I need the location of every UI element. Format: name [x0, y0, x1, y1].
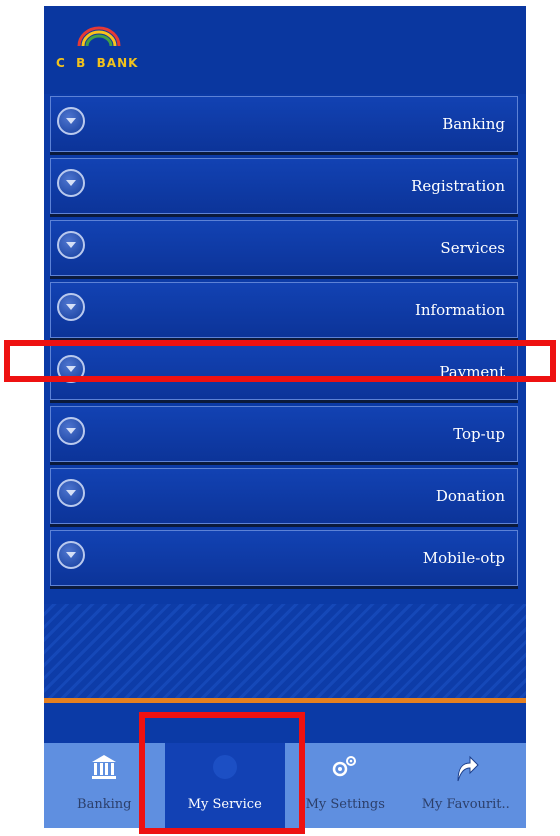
- my-service-highlight-box: [139, 712, 305, 834]
- bank-icon: [92, 755, 117, 779]
- expand-icon: [57, 417, 85, 445]
- menu-item-label: Information: [414, 301, 505, 319]
- menu-item-label: Banking: [442, 115, 505, 133]
- menu-item-information[interactable]: Information: [50, 282, 518, 338]
- expand-icon: [57, 107, 85, 135]
- share-arrow-icon: [457, 755, 479, 782]
- payment-highlight-box: [4, 340, 556, 382]
- rainbow-icon: [77, 26, 121, 47]
- cb-bank-logo: C B BANK: [52, 26, 162, 76]
- menu-item-label: Donation: [435, 487, 505, 505]
- expand-icon: [57, 231, 85, 259]
- background-pattern: [44, 604, 526, 698]
- expand-icon: [57, 169, 85, 197]
- menu-item-label: Services: [440, 239, 505, 257]
- app-header: C B BANK: [44, 6, 526, 94]
- menu-item-label: Mobile-otp: [422, 549, 505, 567]
- menu-item-banking[interactable]: Banking: [50, 96, 518, 152]
- tab-label: My Favourit..: [421, 797, 510, 812]
- menu-item-top-up[interactable]: Top-up: [50, 406, 518, 462]
- gears-icon: [333, 756, 357, 777]
- menu-item-registration[interactable]: Registration: [50, 158, 518, 214]
- menu-item-services[interactable]: Services: [50, 220, 518, 276]
- tab-my-favourites[interactable]: My Favourit..: [406, 743, 527, 828]
- menu-item-donation[interactable]: Donation: [50, 468, 518, 524]
- expand-icon: [57, 541, 85, 569]
- expand-icon: [57, 479, 85, 507]
- expand-icon: [57, 293, 85, 321]
- menu-item-mobile-otp[interactable]: Mobile-otp: [50, 530, 518, 586]
- logo-text: C B BANK: [56, 56, 139, 70]
- app-screen: C B BANK Banking Registration Services I…: [44, 6, 526, 828]
- menu-item-label: Top-up: [453, 425, 505, 443]
- menu-item-label: Registration: [411, 177, 505, 195]
